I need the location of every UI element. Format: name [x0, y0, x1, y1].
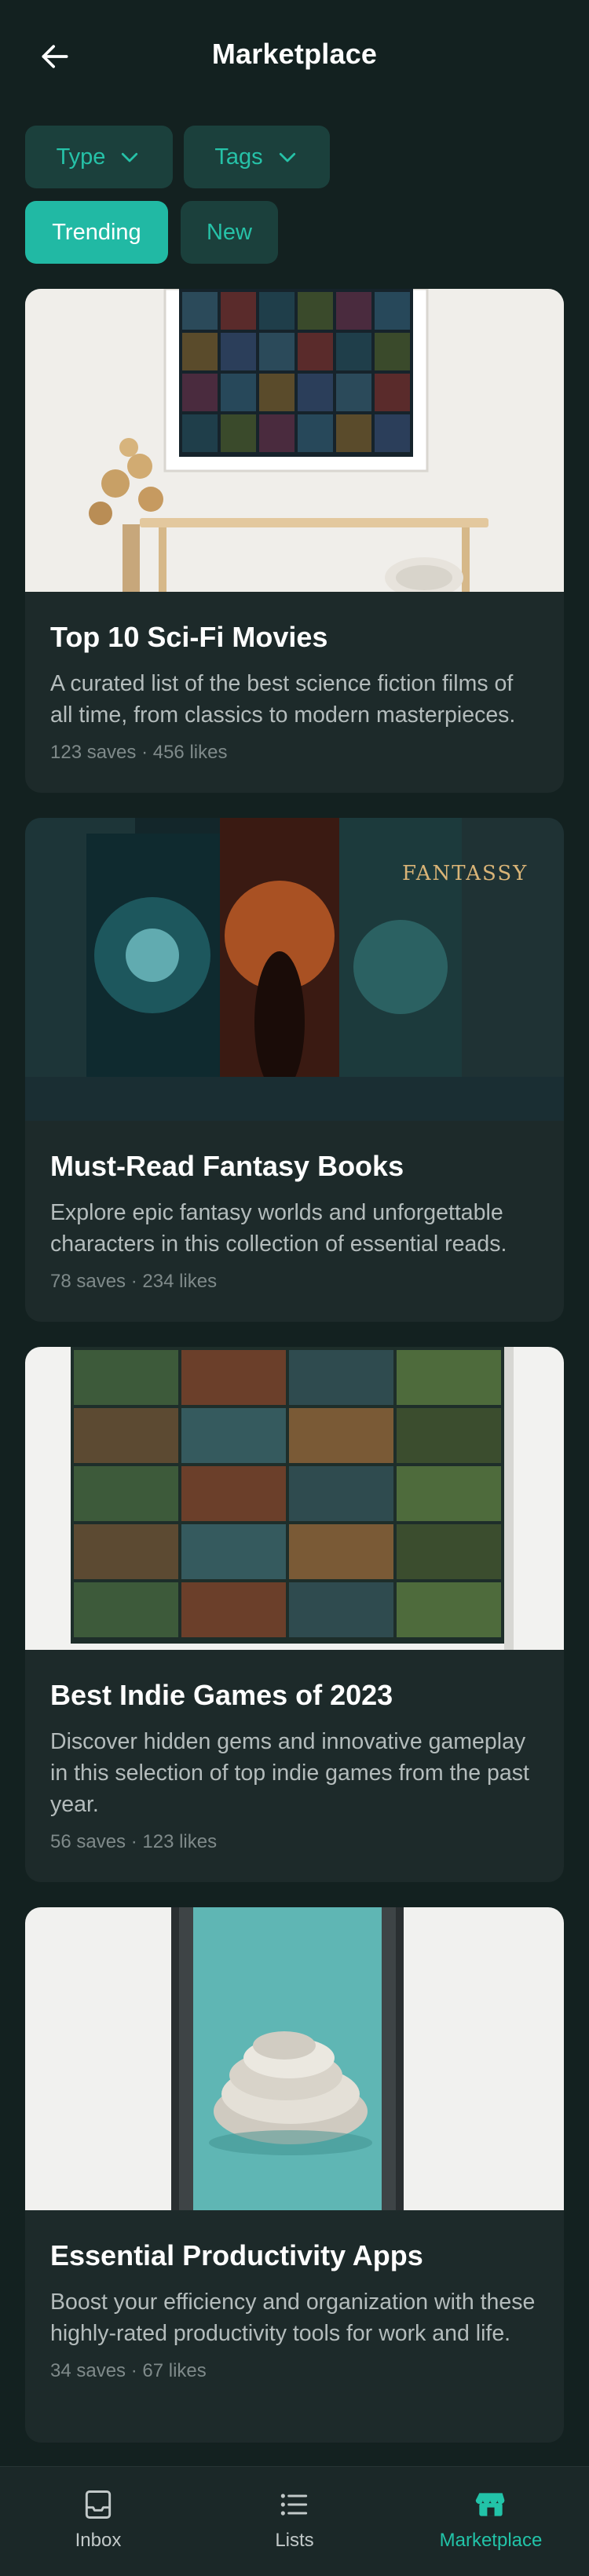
page-title: Marketplace [211, 38, 378, 70]
card-description: Explore epic fantasy worlds and unforget… [50, 1200, 507, 1257]
card-stats: 34 saves · 67 likes [50, 2360, 207, 2382]
book-cover-title: FANTASSY [402, 862, 529, 885]
new-filter-chip[interactable]: New [181, 201, 278, 264]
tags-filter-dropdown[interactable]: Tags [184, 126, 330, 188]
marketplace-screen: Marketplace Type Tags Trending New Top 1… [0, 0, 589, 2576]
nav-item-marketplace[interactable]: Marketplace [393, 2467, 589, 2576]
inbox-tray-icon [85, 2490, 112, 2519]
card-stats: 56 saves · 123 likes [50, 1831, 218, 1853]
nav-label-inbox: Inbox [75, 2530, 122, 2551]
tags-filter-label: Tags [214, 144, 263, 170]
list-card-fantasy-books[interactable]: FANTASSY Must-Read Fantasy Books Explore… [25, 818, 564, 1322]
type-filter-dropdown[interactable]: Type [25, 126, 173, 188]
new-filter-label: New [206, 219, 252, 245]
trending-filter-chip[interactable]: Trending [25, 201, 168, 264]
card-image-scifi-posters [25, 289, 564, 592]
card-description: A curated list of the best science ficti… [50, 671, 516, 728]
nav-label-lists: Lists [275, 2530, 314, 2551]
list-icon [280, 2494, 308, 2516]
list-card-indie-games[interactable]: Best Indie Games of 2023 Discover hidden… [25, 1347, 564, 1882]
card-stats: 78 saves · 234 likes [50, 1271, 218, 1293]
nav-item-inbox[interactable]: Inbox [0, 2467, 196, 2576]
header: Marketplace [0, 0, 589, 110]
trending-filter-label: Trending [52, 219, 141, 245]
card-image-productivity [25, 1907, 564, 2210]
card-description: Discover hidden gems and innovative game… [50, 1729, 529, 1818]
type-filter-label: Type [56, 144, 106, 170]
list-card-productivity-apps[interactable]: Essential Productivity Apps Boost your e… [25, 1907, 564, 2443]
card-title: Must-Read Fantasy Books [50, 1150, 404, 1182]
chevron-down-icon [279, 152, 295, 162]
card-description: Boost your efficiency and organization w… [50, 2290, 536, 2347]
bottom-navigation: Inbox Lists Marketplace [0, 2466, 589, 2576]
nav-item-lists[interactable]: Lists [196, 2467, 393, 2576]
nav-label-marketplace: Marketplace [439, 2530, 543, 2551]
chevron-down-icon [122, 152, 138, 162]
card-stats: 123 saves · 456 likes [50, 742, 228, 764]
list-card-scifi-movies[interactable]: Top 10 Sci-Fi Movies A curated list of t… [25, 289, 564, 793]
card-image-fantasy-covers: FANTASSY [25, 818, 564, 1121]
card-title: Essential Productivity Apps [50, 2239, 423, 2271]
card-image-indie-games [25, 1347, 564, 1650]
card-title: Top 10 Sci-Fi Movies [50, 621, 328, 653]
storefront-icon [475, 2493, 505, 2516]
card-title: Best Indie Games of 2023 [50, 1679, 393, 1711]
